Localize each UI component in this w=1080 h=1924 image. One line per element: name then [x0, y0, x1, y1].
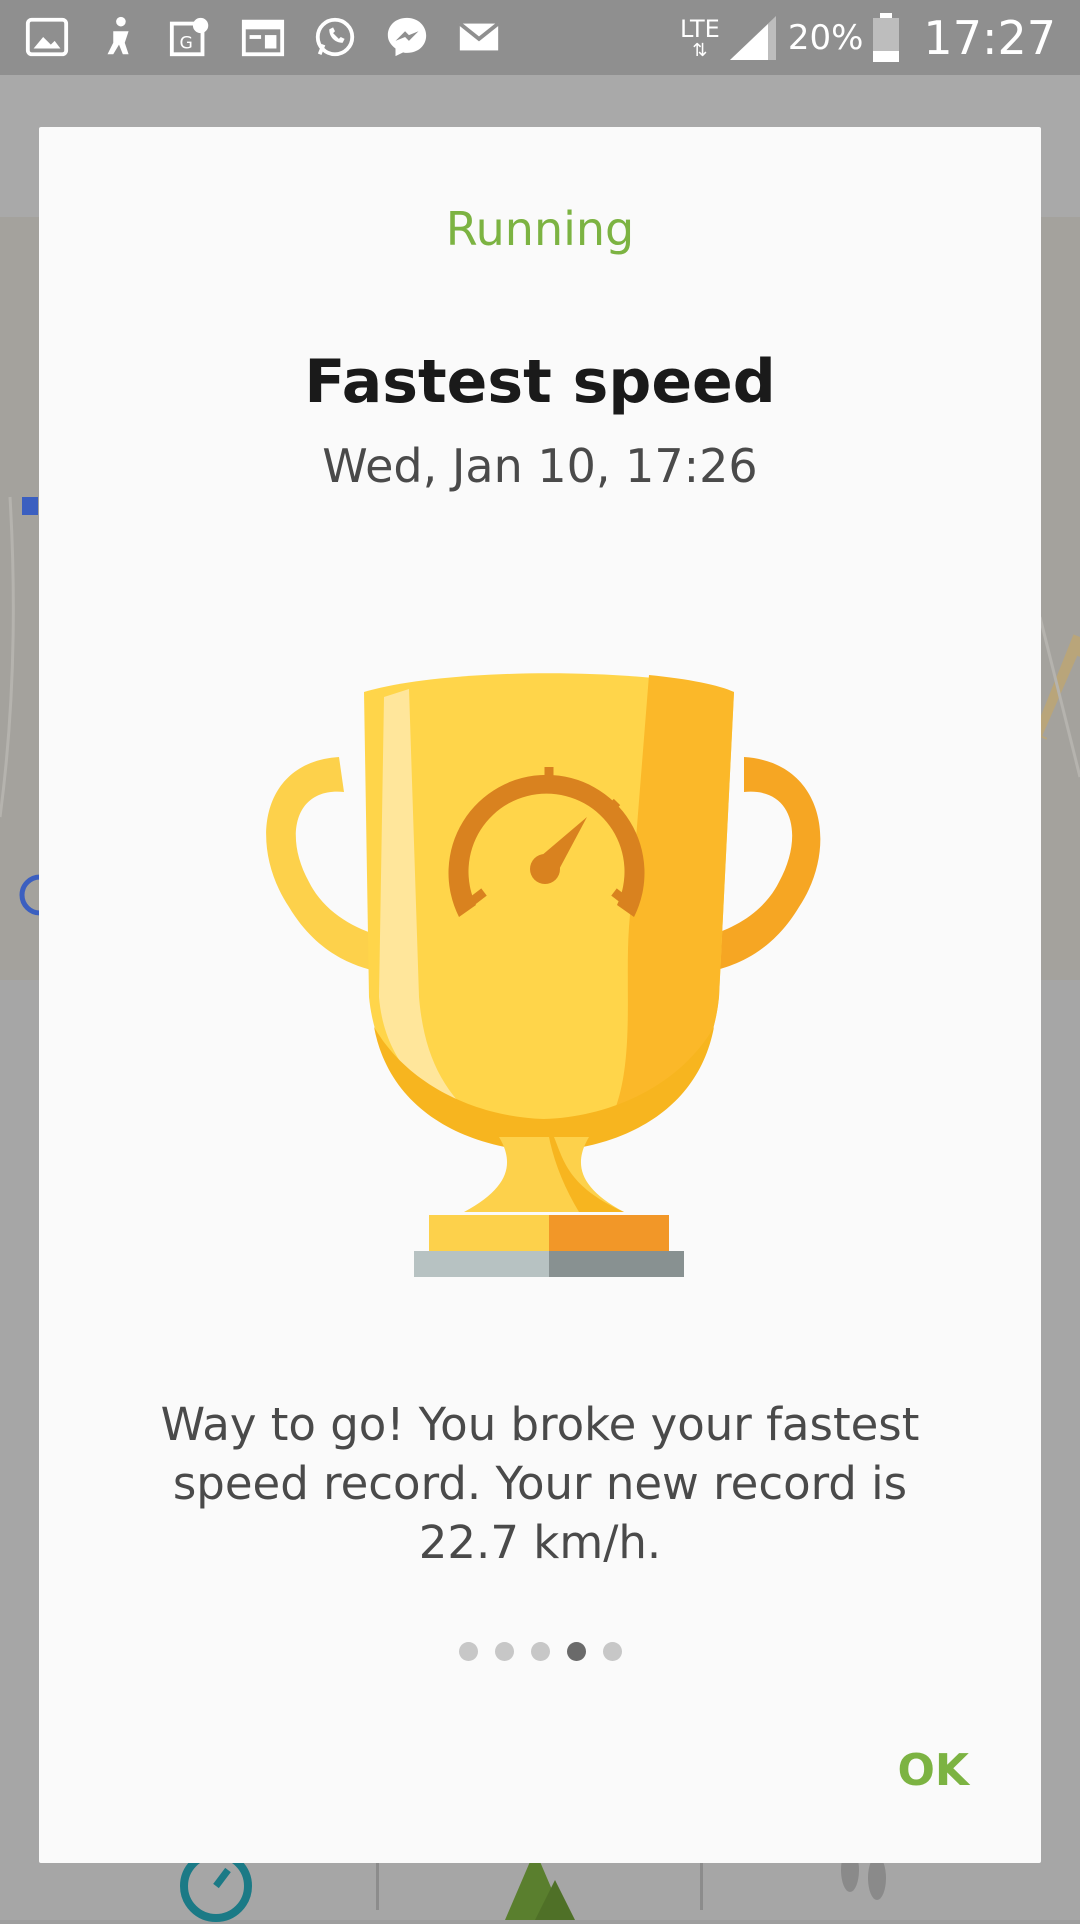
dialog-title: Fastest speed [304, 347, 776, 417]
svg-text:G: G [180, 34, 193, 54]
maps-icon: G [169, 17, 209, 57]
achievement-dialog: Running Fastest speed Wed, Jan 10, 17:26… [39, 127, 1041, 1863]
messenger-icon [387, 17, 427, 57]
page-indicator [39, 1642, 1041, 1661]
dialog-category: Running [445, 202, 635, 256]
ok-button[interactable]: OK [890, 1735, 978, 1806]
whatsapp-icon [315, 17, 355, 57]
calendar-icon [241, 19, 285, 57]
data-arrows-icon: ⇅ [692, 39, 708, 61]
status-bar: G LTE ⇅ 20% 17:27 [0, 0, 1080, 75]
dialog-date: Wed, Jan 10, 17:26 [322, 439, 758, 493]
page-dot [602, 1642, 622, 1661]
lte-indicator: LTE ⇅ [680, 16, 720, 60]
trophy-icon [266, 673, 821, 1277]
gallery-icon [25, 17, 69, 57]
signal-icon [729, 15, 776, 60]
page-dot [458, 1642, 478, 1661]
status-right: LTE ⇅ 20% 17:27 [680, 0, 1056, 75]
battery-icon [873, 12, 900, 62]
dialog-message: Way to go! You broke your fastest speed … [160, 1398, 920, 1569]
battery-percent: 20% [787, 17, 864, 58]
clock: 17:27 [923, 10, 1056, 65]
network-type: LTE [679, 14, 720, 43]
page-dot-active [566, 1642, 586, 1661]
page-dot [494, 1642, 514, 1661]
email-icon [458, 22, 500, 51]
page-dot [530, 1642, 550, 1661]
fitness-icon [107, 16, 129, 55]
